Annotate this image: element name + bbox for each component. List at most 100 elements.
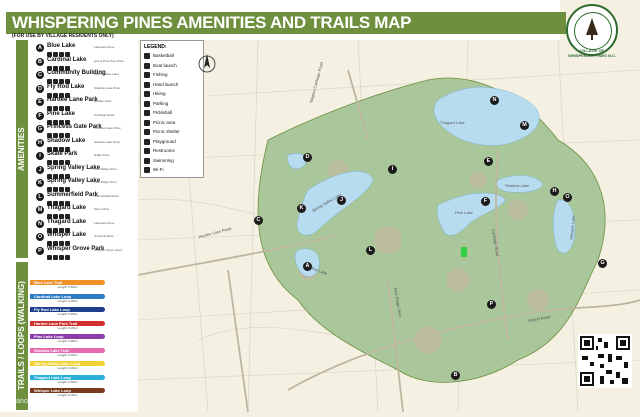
- map-marker-c[interactable]: C: [254, 216, 263, 225]
- map-marker-o[interactable]: O: [563, 193, 572, 202]
- trail-item: Shadow Lake Trail Length: 0.23mi: [30, 347, 105, 357]
- map-marker-f[interactable]: F: [481, 197, 490, 206]
- legend-icon: [144, 138, 150, 145]
- legend-item: Playground: [144, 138, 176, 145]
- map-marker-e[interactable]: E: [484, 157, 493, 166]
- amenity-address: Shadow Lake Drive: [94, 139, 121, 144]
- legend-icon: [144, 148, 150, 154]
- pine-tree-icon: [586, 18, 598, 40]
- legend-label: Picnic area: [153, 119, 176, 125]
- amenity-icon: [59, 254, 64, 260]
- legend-item: Hand launch: [144, 81, 179, 88]
- legend-label: Parking: [153, 100, 169, 106]
- shadow-lake-label: Shadow Lake: [505, 183, 530, 188]
- amenity-name: Skale Park: [47, 151, 78, 157]
- amenity-name: Summerfield Park: [47, 191, 99, 198]
- trail-item: Spring Valley Lake Loop Length: 0.40mi: [30, 361, 105, 370]
- amenities-label: AMENITIES: [17, 127, 26, 171]
- legend-label: Restrooms: [153, 148, 175, 154]
- map-marker-g[interactable]: G: [598, 259, 607, 268]
- legend-item: Boat launch: [144, 62, 177, 69]
- page-title: WHISPERING PINES AMENITIES AND TRAILS MA…: [12, 13, 412, 32]
- map-marker-p[interactable]: P: [487, 300, 496, 309]
- trail-item: Fly Rod Lake Loop Length: 0.56mi: [30, 307, 105, 316]
- map-svg: [137, 39, 640, 413]
- trail-item: Blue Lake Trail Length: 0.56mi: [30, 280, 105, 289]
- amenity-address: Sioux Drive: [94, 207, 110, 211]
- amenity-name: Fly Rod Lake: [47, 83, 85, 90]
- legend-icon: [144, 53, 150, 59]
- amenity-icon: [53, 254, 58, 260]
- map-marker-k[interactable]: K: [297, 204, 306, 213]
- amenity-icon: [65, 254, 70, 260]
- legend-item: Parking: [144, 100, 169, 107]
- trail-length: Length: 0.35mi: [57, 298, 78, 303]
- legend-label: Fishing: [153, 72, 168, 78]
- amenity-address: Carthage Road: [94, 112, 115, 117]
- amenity-address: Hardee Lane: [94, 99, 112, 103]
- amenity-letter-badge: D: [36, 84, 44, 93]
- amenity-address: Overlook Drive: [94, 234, 114, 238]
- map-marker-h[interactable]: H: [550, 187, 559, 196]
- map-marker-i[interactable]: I: [388, 165, 397, 174]
- legend-label: Boat launch: [153, 62, 177, 68]
- legend-label: Swimming: [153, 157, 174, 163]
- amenity-letter-badge: E: [36, 98, 44, 106]
- amenity-name: Spring Valley Lake: [47, 178, 101, 184]
- legend-label: Wi-Fi: [153, 167, 164, 173]
- amenity-item: P Whisper Grove Park Whisper Grove Court: [36, 246, 136, 264]
- seal-text: VILLAGE OF WHISPERING PINES N.C.: [568, 48, 617, 58]
- amenity-name: Cardinal Lake: [47, 56, 87, 63]
- legend-item: Basketball: [144, 53, 174, 59]
- trail-length: Length: 0.30mi: [57, 325, 78, 330]
- amenity-address: Pine Ridge Drive: [94, 166, 117, 171]
- qr-code[interactable]: [578, 334, 632, 388]
- amenity-letter-badge: N: [36, 219, 44, 228]
- legend-item: Hiking: [144, 91, 166, 97]
- trail-length: Length: 0.23mi: [57, 352, 78, 357]
- amenity-address: 1225 Hardee Lane: [94, 72, 119, 76]
- amenity-name: Blue Lake: [47, 43, 76, 49]
- amenity-letter-badge: H: [36, 138, 44, 147]
- map-marker-m[interactable]: M: [520, 121, 529, 130]
- trail-item: Hardee Lane Park Trail Length: 0.30mi: [30, 320, 105, 330]
- amenity-name: Spring Valley Lake: [47, 164, 101, 171]
- legend-icon: [144, 100, 150, 107]
- amenity-name: Whisper Lake: [47, 232, 87, 238]
- thagard-lake-label: Thagard Lake: [440, 120, 465, 125]
- legend-label: Hiking: [153, 91, 166, 97]
- amenity-letter-badge: B: [36, 57, 44, 66]
- highlight-lot: [461, 247, 467, 257]
- legend-icon: [144, 167, 150, 173]
- amenity-address: Princess Gate Drive: [94, 126, 121, 130]
- map-marker-n[interactable]: N: [490, 96, 499, 105]
- trail-item: Thagard Lake Loop Length: 0.63mi: [30, 374, 105, 384]
- legend-label: Basketball: [153, 53, 174, 59]
- legend-item: Fishing: [144, 72, 168, 78]
- legend-icon: [144, 62, 150, 69]
- amenity-icon: [47, 254, 52, 260]
- map-marker-d[interactable]: D: [303, 153, 312, 162]
- watermark: © Canopy MLS: [4, 398, 52, 405]
- legend-icon: [144, 129, 150, 135]
- map-marker-a[interactable]: A: [303, 262, 312, 271]
- legend-label: Hand launch: [153, 81, 179, 87]
- amenity-letter-badge: I: [36, 152, 44, 160]
- amenity-letter-badge: J: [36, 165, 44, 174]
- amenity-name: Hardee Lane Park: [47, 97, 98, 103]
- trail-length: Length: 0.40mi: [57, 366, 78, 370]
- legend-item: Pickleball: [144, 110, 172, 116]
- map-marker-l[interactable]: L: [366, 246, 375, 255]
- amenity-letter-badge: K: [36, 179, 44, 187]
- amenity-letter-badge: C: [36, 71, 44, 79]
- legend-item: Swimming: [144, 157, 174, 164]
- map-marker-b[interactable]: B: [451, 371, 460, 380]
- amenity-address: Shadow Lake Drive: [94, 85, 121, 90]
- amenity-icons: [47, 254, 71, 261]
- amenity-address: end of Pine Tree Drive: [94, 58, 124, 63]
- legend-label: Picnic shelter: [153, 129, 180, 135]
- legend-item: Picnic shelter: [144, 129, 180, 135]
- legend-label: Pickleball: [153, 110, 173, 116]
- map-marker-j[interactable]: J: [337, 196, 346, 205]
- legend-icon: [144, 157, 150, 164]
